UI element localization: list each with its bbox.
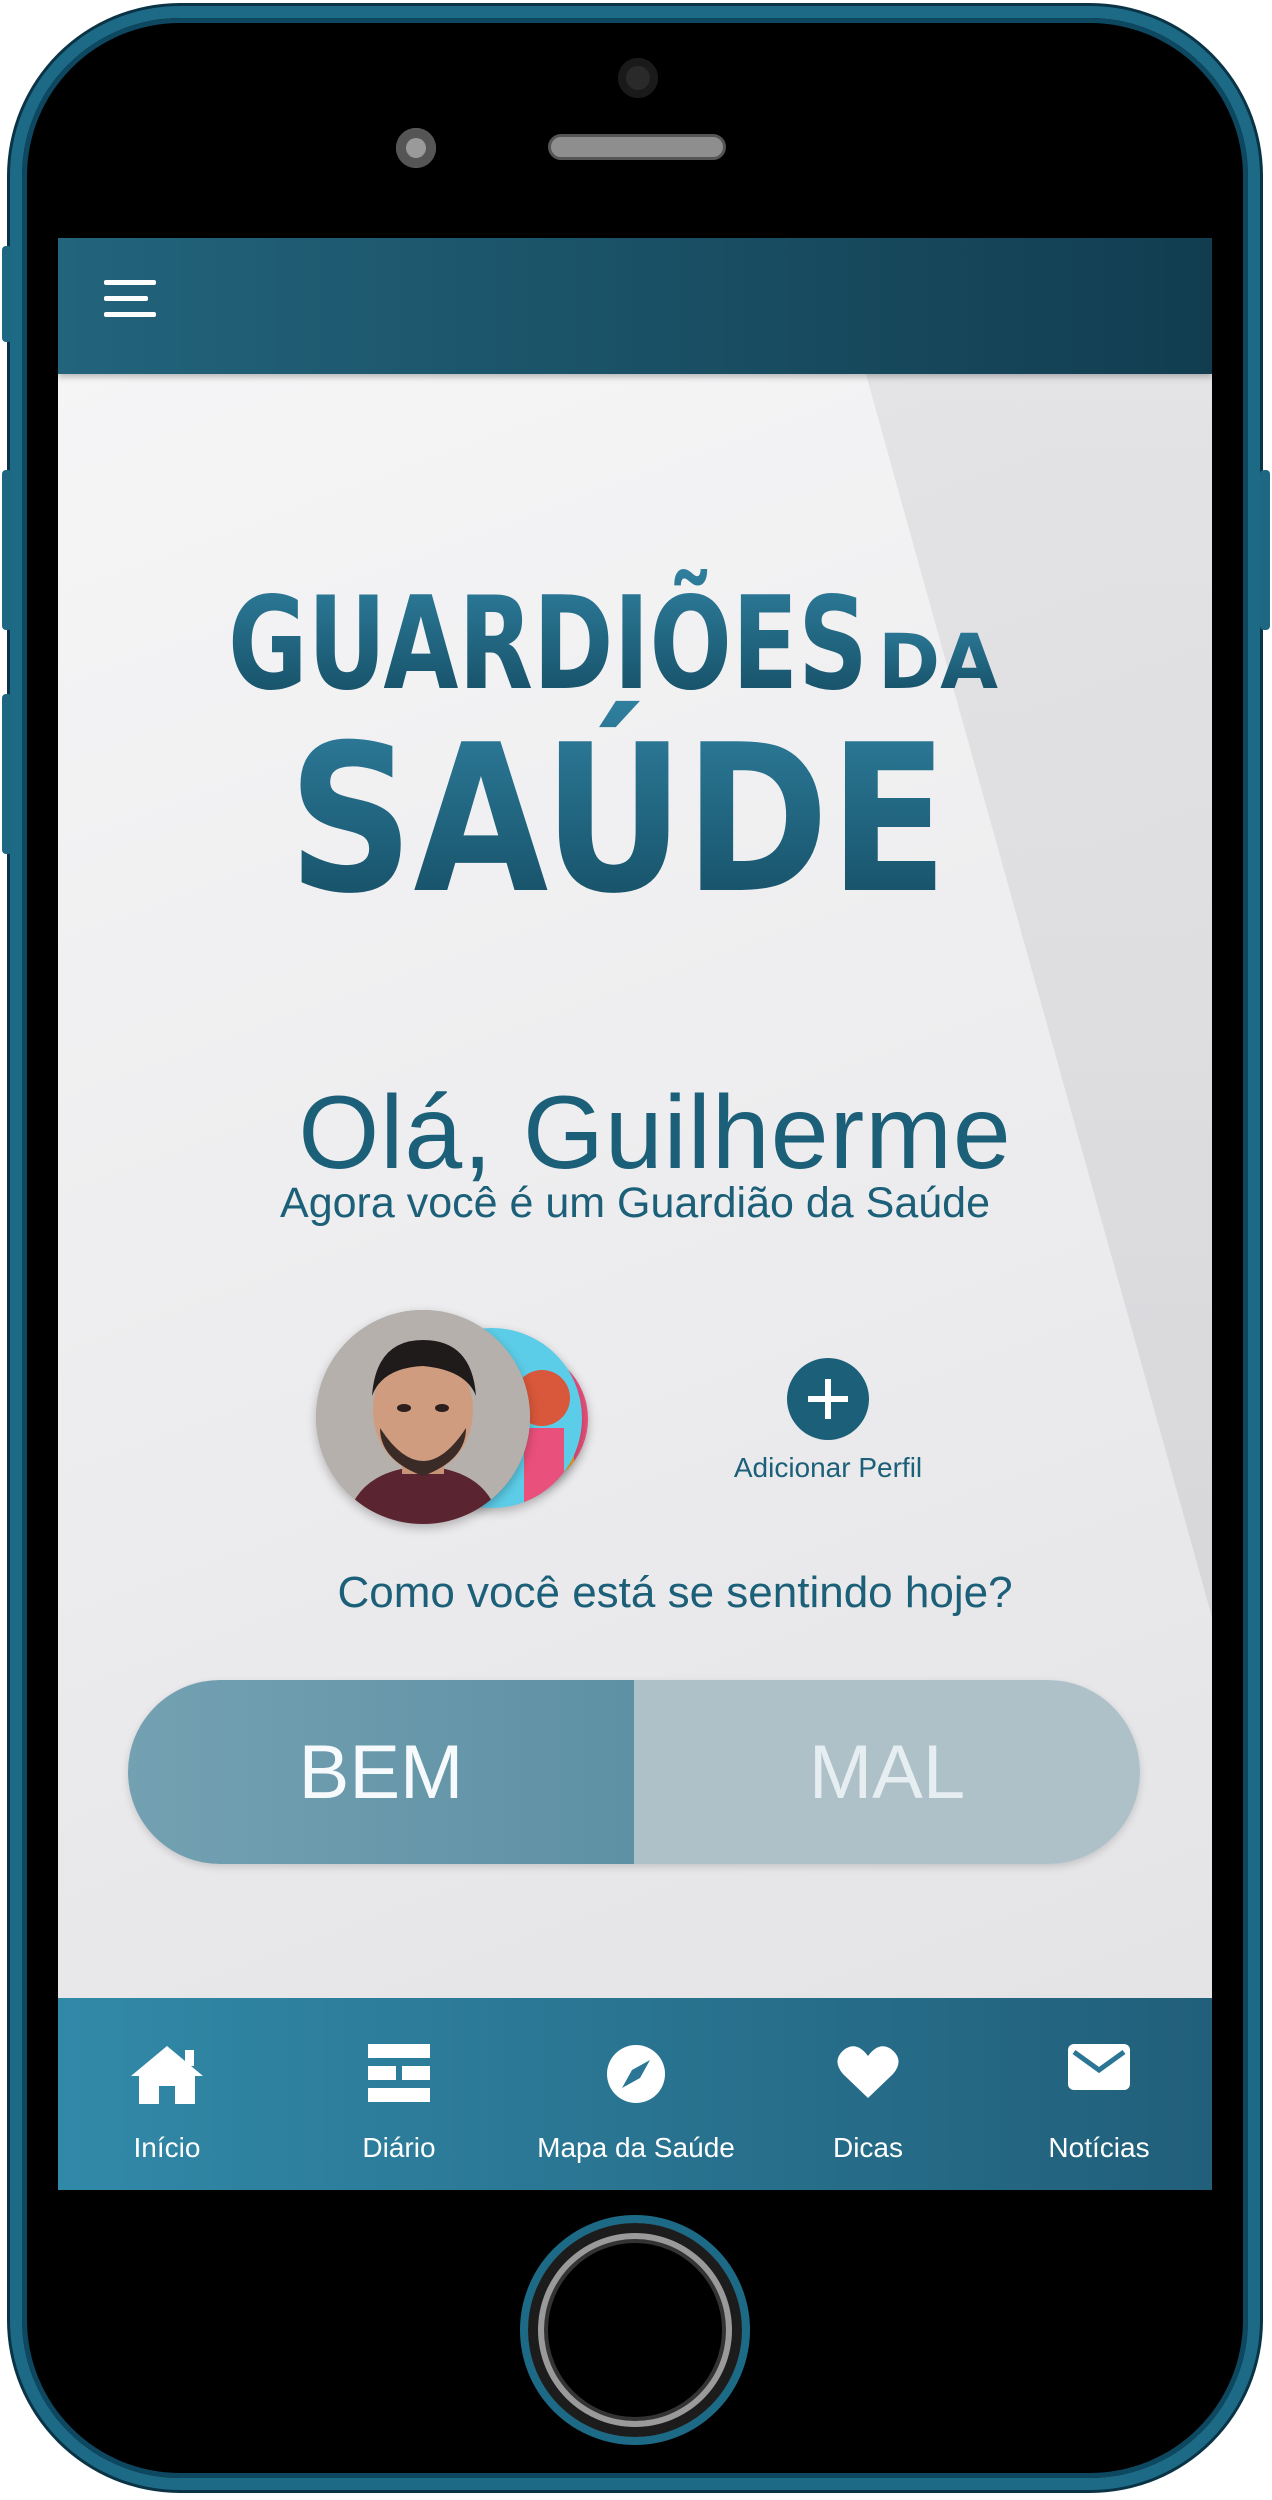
logo-saude: SAÚDE <box>288 701 948 939</box>
greeting-subtitle: Agora você é um Guardião da Saúde <box>280 1179 990 1227</box>
tab-inicio[interactable]: Início <box>58 1998 276 2190</box>
tab-label: Mapa da Saúde <box>537 2132 735 2163</box>
tab-dicas[interactable]: Dicas <box>750 1998 986 2190</box>
earpiece-speaker <box>548 134 726 160</box>
logo-da: DA <box>878 617 998 706</box>
app-screen: GUARDIÕES DA SAÚDE Olá, Guilherme Agora … <box>58 238 1212 2190</box>
tab-noticias[interactable]: Notícias <box>986 1998 1212 2190</box>
mood-question: Como você está se sentindo hoje? <box>337 1568 1013 1617</box>
feel-good-button[interactable]: BEM <box>128 1680 634 1864</box>
volume-up-button <box>2 470 12 630</box>
front-camera <box>618 58 658 98</box>
bottom-tab-bar: Início Diário Mapa da Saúde Dicas Notíci… <box>58 1998 1212 2190</box>
mood-toggle: BEM MAL <box>128 1680 1140 1864</box>
mail-icon <box>1068 2044 1130 2090</box>
heart-icon <box>837 2046 899 2098</box>
volume-down-button <box>2 694 12 854</box>
logo-guardioes: GUARDIÕES <box>228 569 868 719</box>
app-logo: GUARDIÕES DA SAÚDE <box>228 569 998 939</box>
hamburger-menu-icon[interactable] <box>104 280 158 328</box>
home-icon <box>131 2046 203 2104</box>
add-profile-label: Adicionar Perfil <box>733 1452 923 1483</box>
proximity-sensor <box>396 128 436 168</box>
top-app-bar <box>58 238 1212 374</box>
tab-label: Início <box>133 2132 201 2163</box>
feel-bad-button[interactable]: MAL <box>634 1680 1140 1864</box>
power-button <box>1260 470 1270 630</box>
tab-diario[interactable]: Diário <box>276 1998 522 2190</box>
tab-mapa-da-saude[interactable]: Mapa da Saúde <box>522 1998 750 2190</box>
greeting-title: Olá, Guilherme <box>58 1078 1212 1188</box>
tab-label: Dicas <box>832 2132 903 2163</box>
profile-avatars[interactable] <box>316 1310 626 1530</box>
tab-label: Notícias <box>1048 2132 1150 2163</box>
plus-circle-icon[interactable] <box>787 1358 869 1440</box>
silent-switch <box>2 246 12 342</box>
add-profile-button[interactable]: Adicionar Perfil <box>698 1358 958 1483</box>
greeting-text: Olá, Guilherme <box>298 1075 1012 1191</box>
compass-icon <box>607 2045 665 2103</box>
tab-label: Diário <box>362 2132 436 2163</box>
list-icon <box>368 2044 430 2102</box>
home-button[interactable] <box>520 2215 750 2445</box>
avatar-profile-user[interactable] <box>316 1310 530 1524</box>
